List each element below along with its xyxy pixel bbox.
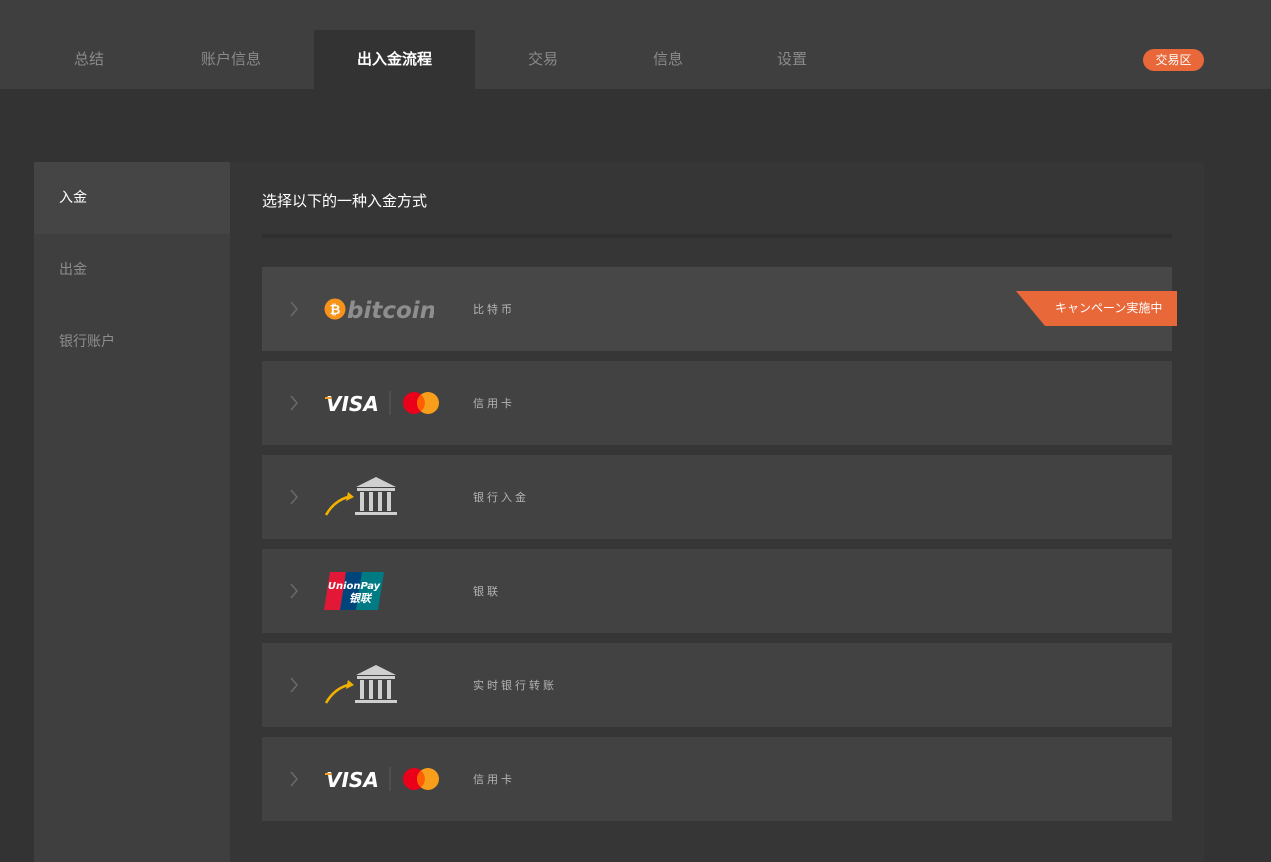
bitcoin-logo: ₿ bitcoin [324,298,434,324]
tab-info[interactable]: 信息 [626,30,710,89]
sidebar-item-withdrawal[interactable]: 出金 [34,234,230,306]
chevron-right-icon [290,301,298,317]
method-label: 信用卡 [473,397,515,410]
page-title: 选择以下的一种入金方式 [262,192,428,210]
tab-funding[interactable]: 出入金流程 [314,30,475,89]
chevron-right-icon [290,583,298,599]
deposit-method-realtime-transfer[interactable]: 实时银行转账 [262,643,1172,727]
divider [262,234,1172,238]
method-label: 实时银行转账 [473,679,557,692]
tab-trading[interactable]: 交易 [500,30,586,89]
visa-mastercard-logo: VISA [325,391,439,416]
chevron-right-icon [290,395,298,411]
deposit-method-unionpay[interactable]: UnionPay 银联 银联 [262,549,1172,633]
unionpay-logo: UnionPay 银联 [324,572,384,610]
svg-text:VISA: VISA [326,392,379,416]
funding-sidebar: 入金 出金 银行账户 [34,162,230,862]
chevron-right-icon [290,677,298,693]
chevron-right-icon [290,489,298,505]
bank-building-icon [324,665,397,704]
tab-account-info[interactable]: 账户信息 [172,30,290,89]
svg-text:VISA: VISA [326,768,379,792]
sidebar-item-bank-account[interactable]: 银行账户 [34,306,230,378]
svg-text:UnionPay: UnionPay [328,581,381,592]
campaign-badge: キャンペーン実施中 [1055,301,1163,315]
visa-mastercard-logo: VISA [325,767,439,792]
method-label: 信用卡 [473,773,515,786]
deposit-method-bank[interactable]: 银行入金 [262,455,1172,539]
funding-panel: 入金 出金 银行账户 选择以下的一种入金方式 ₿ bitcoin 比特币 キャン… [34,162,1204,862]
deposit-method-bitcoin[interactable]: ₿ bitcoin 比特币 キャンペーン実施中 [262,267,1177,351]
chevron-right-icon [290,771,298,787]
top-nav: 总结 账户信息 出入金流程 交易 信息 设置 交易区 [0,0,1271,89]
sidebar-item-deposit[interactable]: 入金 [34,162,230,234]
tab-settings[interactable]: 设置 [748,30,836,89]
svg-text:bitcoin: bitcoin [347,298,434,324]
method-label: 银行入金 [473,491,529,504]
deposit-content: 选择以下的一种入金方式 ₿ bitcoin 比特币 キャンペーン実施中 VISA [230,162,1204,862]
tab-summary[interactable]: 总结 [34,30,144,89]
deposit-method-credit-card-2[interactable]: VISA 信用卡 [262,737,1172,821]
bank-building-icon [324,477,397,516]
method-label: 银联 [473,585,501,598]
trading-zone-button[interactable]: 交易区 [1143,49,1204,71]
svg-text:₿: ₿ [330,303,341,318]
method-label: 比特币 [473,303,515,316]
svg-text:银联: 银联 [349,592,373,605]
deposit-method-credit-card[interactable]: VISA 信用卡 [262,361,1172,445]
